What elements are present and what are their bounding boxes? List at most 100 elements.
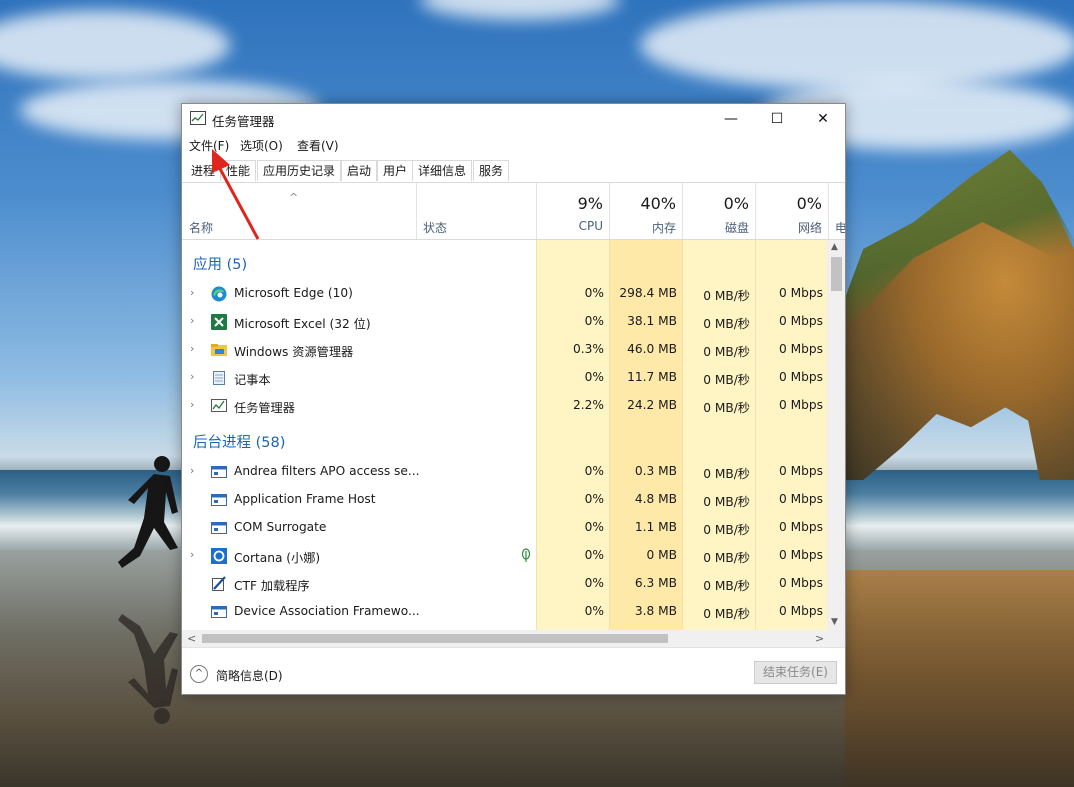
network-cell: 0 Mbps [779, 286, 823, 300]
notepad-icon [211, 370, 227, 386]
process-name: 记事本 [234, 373, 271, 387]
title-bar[interactable]: 任务管理器 — ☐ ✕ [182, 104, 845, 134]
process-name: Microsoft Edge (10) [234, 286, 353, 300]
disk-cell: 0 MB/秒 [703, 523, 750, 537]
process-name: Microsoft Excel (32 位) [234, 317, 371, 331]
menu-bar: 文件(F) 选项(O) 查看(V) [182, 134, 845, 156]
scroll-right-icon[interactable]: > [815, 632, 824, 645]
memory-cell: 298.4 MB [619, 286, 677, 300]
expand-chevron-icon[interactable]: › [190, 370, 194, 383]
process-name: CTF 加载程序 [234, 579, 310, 593]
process-row[interactable]: CTF 加载程序 0% 6.3 MB 0 MB/秒 0 Mbps [182, 570, 827, 598]
network-cell: 0 Mbps [779, 398, 823, 412]
vertical-scroll-thumb[interactable] [831, 257, 842, 291]
network-cell: 0 Mbps [779, 314, 823, 328]
disk-cell: 0 MB/秒 [703, 551, 750, 565]
maximize-button[interactable]: ☐ [754, 104, 800, 134]
memory-cell: 0 MB [646, 548, 677, 562]
network-column-label: 网络 [797, 221, 822, 235]
runner-silhouette [118, 456, 178, 568]
ctf-icon [211, 576, 227, 592]
scroll-down-icon[interactable]: ▼ [831, 617, 838, 627]
group-apps-label: 应用 (5) [193, 257, 248, 273]
cpu-cell: 0% [584, 548, 604, 562]
process-name: 任务管理器 [234, 401, 295, 415]
process-row[interactable]: › Cortana (小娜) 0% 0 MB 0 MB/秒 0 Mbps [182, 542, 827, 570]
process-row[interactable]: › Andrea filters APO access se... 0% 0.3 MB… [182, 458, 827, 486]
process-list: 应用 (5) › Microsoft Edge (10) 0% 298.4 MB 0 M… [182, 240, 827, 630]
memory-total-percent: 40% [640, 194, 676, 213]
cpu-cell: 0% [584, 370, 604, 384]
minimize-icon: — [724, 111, 738, 127]
process-row[interactable]: COM Surrogate 0% 1.1 MB 0 MB/秒 0 Mbps [182, 514, 827, 542]
network-cell: 0 Mbps [779, 370, 823, 384]
horizontal-scrollbar[interactable]: < > [182, 630, 827, 647]
process-row[interactable]: › Microsoft Edge (10) 0% 298.4 MB 0 MB/秒 0 Mb… [182, 280, 827, 308]
tab-bar: 进程 性能 应用历史记录 启动 用户 详细信息 服务 [182, 157, 845, 183]
memory-cell: 4.8 MB [634, 492, 677, 506]
expand-chevron-icon[interactable]: › [190, 548, 194, 561]
group-header-background[interactable]: 后台进程 (58) [182, 424, 827, 456]
fewer-details-icon[interactable]: ^ [190, 665, 208, 683]
cpu-cell: 0% [584, 464, 604, 478]
process-name: Andrea filters APO access se... [234, 464, 420, 478]
cpu-cell: 0% [584, 314, 604, 328]
service-icon [211, 604, 227, 620]
column-header: ^ 名称 状态 9% CPU 40% 内存 0% 磁盘 0% 网络 电 [182, 183, 845, 240]
cpu-cell: 0% [584, 576, 604, 590]
column-network-header[interactable]: 0% 网络 [755, 183, 828, 239]
cpu-cell: 0% [584, 492, 604, 506]
sort-caret-icon: ^ [289, 191, 299, 204]
edge-icon [211, 286, 227, 302]
menu-view[interactable]: 查看(V) [297, 137, 339, 154]
process-name: Cortana (小娜) [234, 551, 321, 565]
cpu-total-percent: 9% [577, 194, 603, 213]
tab-services[interactable]: 服务 [473, 160, 510, 181]
network-cell: 0 Mbps [779, 342, 823, 356]
process-row[interactable]: › Windows 资源管理器 0.3% 46.0 MB 0 MB/秒 0 Mbps [182, 336, 827, 364]
expand-chevron-icon[interactable]: › [190, 398, 194, 411]
expand-chevron-icon[interactable]: › [190, 286, 194, 299]
process-row[interactable]: › 任务管理器 2.2% 24.2 MB 0 MB/秒 0 Mbps [182, 392, 827, 420]
scroll-up-icon[interactable]: ▲ [831, 242, 838, 252]
annotation-arrow-icon [212, 149, 260, 240]
footer-bar: ^ 简略信息(D) 结束任务(E) [182, 647, 845, 694]
group-header-apps[interactable]: 应用 (5) [182, 246, 827, 278]
process-row[interactable]: › 记事本 0% 11.7 MB 0 MB/秒 0 Mbps [182, 364, 827, 392]
horizontal-scroll-thumb[interactable] [202, 634, 668, 643]
cpu-cell: 2.2% [573, 398, 604, 412]
cpu-cell: 0% [584, 520, 604, 534]
task-manager-app-icon [190, 111, 206, 125]
column-cpu-header[interactable]: 9% CPU [536, 183, 609, 239]
scroll-left-icon[interactable]: < [187, 632, 196, 645]
tab-startup[interactable]: 启动 [341, 160, 378, 181]
expand-chevron-icon[interactable]: › [190, 342, 194, 355]
close-button[interactable]: ✕ [800, 104, 845, 134]
column-status-header[interactable]: 状态 [416, 183, 536, 239]
disk-cell: 0 MB/秒 [703, 401, 750, 415]
fewer-details-link[interactable]: 简略信息(D) [216, 667, 283, 684]
tab-details[interactable]: 详细信息 [412, 160, 473, 181]
vertical-scrollbar[interactable]: ▲ ▼ [827, 240, 845, 630]
process-name: Application Frame Host [234, 492, 376, 506]
process-row[interactable]: Device Association Framewo... 0% 3.8 MB 0 M… [182, 598, 827, 626]
end-task-button[interactable]: 结束任务(E) [754, 661, 837, 684]
minimize-button[interactable]: — [708, 104, 754, 134]
process-row[interactable]: Application Frame Host 0% 4.8 MB 0 MB/秒 0 Mb… [182, 486, 827, 514]
cpu-cell: 0% [584, 604, 604, 618]
service-icon [211, 520, 227, 536]
maximize-icon: ☐ [770, 111, 784, 127]
memory-cell: 0.3 MB [634, 464, 677, 478]
disk-cell: 0 MB/秒 [703, 467, 750, 481]
process-name: COM Surrogate [234, 520, 327, 534]
expand-chevron-icon[interactable]: › [190, 464, 194, 477]
network-cell: 0 Mbps [779, 604, 823, 618]
tab-users[interactable]: 用户 [377, 160, 414, 181]
column-disk-header[interactable]: 0% 磁盘 [682, 183, 755, 239]
process-row[interactable]: › Microsoft Excel (32 位) 0% 38.1 MB 0 MB/秒 0 … [182, 308, 827, 336]
expand-chevron-icon[interactable]: › [190, 314, 194, 327]
column-memory-header[interactable]: 40% 内存 [609, 183, 682, 239]
column-power-header[interactable]: 电 [828, 183, 845, 239]
memory-cell: 6.3 MB [634, 576, 677, 590]
network-cell: 0 Mbps [779, 492, 823, 506]
